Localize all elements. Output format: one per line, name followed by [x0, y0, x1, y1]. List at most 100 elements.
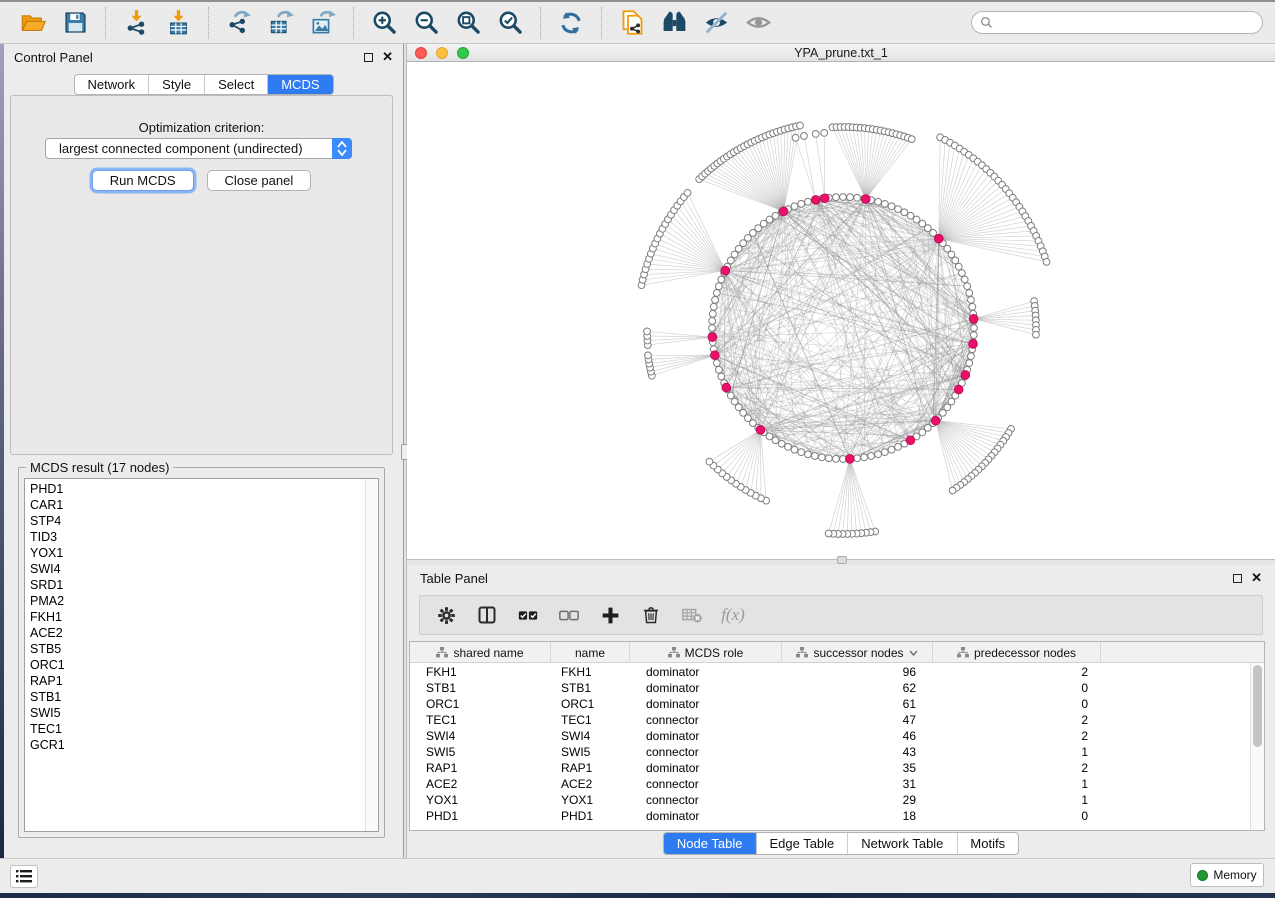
list-item[interactable]: GCR1 [25, 737, 364, 753]
table-cell: 35 [782, 761, 933, 775]
export-table-icon[interactable] [265, 7, 297, 39]
list-item[interactable]: RAP1 [25, 673, 364, 689]
column-header-mcds-role[interactable]: MCDS role [630, 642, 782, 663]
hide-selected-icon[interactable] [700, 7, 732, 39]
table-cell: dominator [630, 697, 782, 711]
column-header-successor-nodes[interactable]: successor nodes [782, 642, 933, 663]
table-cell: dominator [630, 729, 782, 743]
table-row[interactable]: SWI5SWI5connector431 [410, 744, 1250, 760]
show-columns-icon[interactable] [475, 603, 499, 627]
table-row[interactable]: YOX1YOX1connector291 [410, 792, 1250, 808]
open-file-icon[interactable] [17, 7, 49, 39]
tab-network-table[interactable]: Network Table [848, 833, 957, 854]
list-item[interactable]: YOX1 [25, 545, 364, 561]
criterion-select[interactable]: largest connected component (undirected) [45, 138, 352, 159]
task-history-button[interactable] [10, 865, 38, 888]
select-all-icon[interactable] [516, 603, 540, 627]
mcds-options-box: Optimization criterion: largest connecte… [10, 95, 393, 455]
delete-table-icon[interactable] [680, 603, 704, 627]
mcds-list-scrollbar[interactable] [365, 479, 378, 831]
table-row[interactable]: FKH1FKH1dominator962 [410, 664, 1250, 680]
scrollbar-thumb[interactable] [1253, 665, 1262, 747]
apply-layout-icon[interactable] [555, 7, 587, 39]
find-icon[interactable] [658, 7, 690, 39]
tab-node-table[interactable]: Node Table [664, 833, 757, 854]
float-panel-icon[interactable] [1233, 574, 1242, 583]
add-column-icon[interactable] [598, 603, 622, 627]
list-item[interactable]: PHD1 [25, 481, 364, 497]
zoom-out-icon[interactable] [410, 7, 442, 39]
list-item[interactable]: SRD1 [25, 577, 364, 593]
tab-mcds[interactable]: MCDS [268, 75, 332, 94]
new-network-from-selection-icon[interactable] [616, 7, 648, 39]
close-panel-button[interactable]: Close panel [207, 170, 312, 191]
import-network-icon[interactable] [120, 7, 152, 39]
list-item[interactable]: TEC1 [25, 721, 364, 737]
delete-columns-icon[interactable] [639, 603, 663, 627]
column-header-predecessor-nodes[interactable]: predecessor nodes [933, 642, 1101, 663]
deselect-all-icon[interactable] [557, 603, 581, 627]
list-item[interactable]: CAR1 [25, 497, 364, 513]
list-item[interactable]: SWI4 [25, 561, 364, 577]
table-row[interactable]: ACE2ACE2connector311 [410, 776, 1250, 792]
tab-network[interactable]: Network [74, 75, 149, 94]
tab-style[interactable]: Style [149, 75, 205, 94]
tab-motifs[interactable]: Motifs [957, 833, 1018, 854]
export-network-icon[interactable] [223, 7, 255, 39]
table-cell: 31 [782, 777, 933, 791]
table-row[interactable]: RAP1RAP1dominator352 [410, 760, 1250, 776]
list-item[interactable]: STB1 [25, 689, 364, 705]
table-row[interactable]: PHD1PHD1dominator180 [410, 808, 1250, 824]
control-panel: Control Panel ✕ Network Style Select MCD… [4, 44, 403, 858]
table-cell: PHD1 [410, 809, 551, 823]
list-item[interactable]: FKH1 [25, 609, 364, 625]
table-cell: SWI4 [410, 729, 551, 743]
attribute-type-icon [668, 647, 680, 658]
table-panel: Table Panel ✕ [407, 565, 1275, 858]
memory-button[interactable]: Memory [1190, 863, 1264, 887]
table-cell: 62 [782, 681, 933, 695]
table-row[interactable]: TEC1TEC1connector472 [410, 712, 1250, 728]
list-item[interactable]: TID3 [25, 529, 364, 545]
zoom-fit-icon[interactable] [452, 7, 484, 39]
import-table-icon[interactable] [162, 7, 194, 39]
zoom-in-icon[interactable] [368, 7, 400, 39]
function-builder-icon[interactable]: f(x) [721, 603, 745, 627]
save-session-icon[interactable] [59, 7, 91, 39]
tab-select[interactable]: Select [205, 75, 268, 94]
table-cell: TEC1 [410, 713, 551, 727]
search-field[interactable] [971, 11, 1263, 34]
table-row[interactable]: ORC1ORC1dominator610 [410, 696, 1250, 712]
network-canvas[interactable] [407, 62, 1275, 559]
zoom-selected-icon[interactable] [494, 7, 526, 39]
application-window: Control Panel ✕ Network Style Select MCD… [0, 0, 1275, 898]
table-cell: connector [630, 713, 782, 727]
close-panel-icon[interactable]: ✕ [1251, 573, 1262, 583]
show-hidden-icon[interactable] [742, 7, 774, 39]
list-item[interactable]: PMA2 [25, 593, 364, 609]
table-row[interactable]: SWI4SWI4dominator462 [410, 728, 1250, 744]
list-item[interactable]: STP4 [25, 513, 364, 529]
search-input[interactable] [998, 16, 1254, 30]
tab-edge-table[interactable]: Edge Table [756, 833, 848, 854]
mcds-result-title: MCDS result (17 nodes) [26, 460, 173, 475]
gear-icon[interactable] [434, 603, 458, 627]
list-item[interactable]: SWI5 [25, 705, 364, 721]
list-item[interactable]: ORC1 [25, 657, 364, 673]
splitter-grip[interactable] [837, 556, 847, 564]
float-panel-icon[interactable] [364, 53, 373, 62]
table-scrollbar[interactable] [1250, 663, 1264, 830]
run-mcds-button[interactable]: Run MCDS [92, 170, 194, 191]
table-cell: 1 [933, 793, 1101, 807]
list-item[interactable]: ACE2 [25, 625, 364, 641]
close-panel-icon[interactable]: ✕ [382, 52, 393, 62]
table-cell: SWI5 [410, 745, 551, 759]
table-cell: TEC1 [551, 713, 630, 727]
column-header-name[interactable]: name [551, 642, 630, 663]
table-row[interactable]: STB1STB1dominator620 [410, 680, 1250, 696]
list-item[interactable]: STB5 [25, 641, 364, 657]
column-header-shared-name[interactable]: shared name [410, 642, 551, 663]
table-cell: 1 [933, 745, 1101, 759]
table-cell: 2 [933, 713, 1101, 727]
export-image-icon[interactable] [307, 7, 339, 39]
